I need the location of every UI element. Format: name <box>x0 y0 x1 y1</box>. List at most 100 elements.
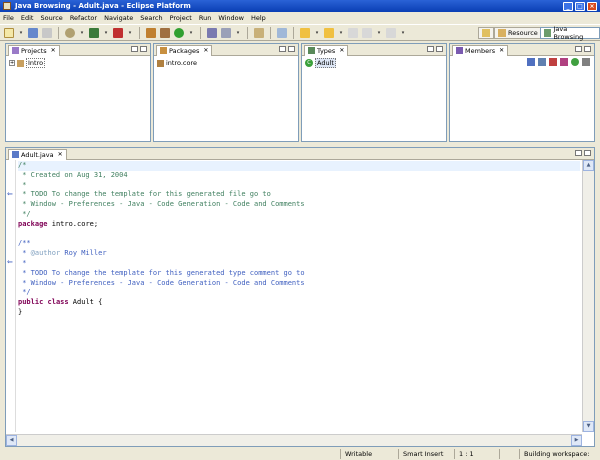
forward-icon[interactable] <box>386 27 396 38</box>
scroll-down-icon[interactable]: ▼ <box>583 421 594 432</box>
run-icon[interactable] <box>113 27 123 38</box>
minimize-view-icon[interactable] <box>131 46 138 52</box>
tab-members[interactable]: Members ✕ <box>452 44 509 56</box>
code-line[interactable]: * <box>18 181 580 191</box>
menu-file[interactable]: File <box>3 14 14 22</box>
code-token: package <box>18 219 48 228</box>
perspective-resource[interactable]: Resource <box>494 27 542 39</box>
next-annotation-icon[interactable] <box>300 27 310 38</box>
maximize-view-icon[interactable] <box>288 46 295 52</box>
menu-project[interactable]: Project <box>170 14 192 22</box>
open-perspective-button[interactable] <box>478 27 494 39</box>
save-icon[interactable] <box>28 27 38 38</box>
tab-packages[interactable]: Packages ✕ <box>156 44 213 56</box>
maximize-view-icon[interactable] <box>140 46 147 52</box>
maximize-view-icon[interactable] <box>436 46 443 52</box>
chevron-down-icon[interactable]: ▾ <box>235 28 241 38</box>
hide-static-icon[interactable] <box>549 58 557 66</box>
maximize-button[interactable]: □ <box>575 1 585 11</box>
view-menu-icon[interactable] <box>582 58 590 66</box>
tree-item-adult[interactable]: C Adult <box>302 58 446 68</box>
menu-window[interactable]: Window <box>218 14 244 22</box>
debug-icon[interactable] <box>89 27 99 38</box>
code-line[interactable]: * TODO To change the template for this g… <box>18 190 580 200</box>
code-line[interactable]: /** <box>18 239 580 249</box>
code-editor[interactable]: /* * Created on Aug 31, 2004 * * TODO To… <box>18 161 580 432</box>
close-icon[interactable]: ✕ <box>51 47 56 54</box>
open-type-icon[interactable] <box>207 27 217 38</box>
scroll-right-icon[interactable]: ▶ <box>571 435 582 446</box>
print-icon[interactable] <box>42 27 52 38</box>
scroll-up-icon[interactable]: ▲ <box>583 160 594 171</box>
close-button[interactable]: × <box>587 1 597 11</box>
minimize-view-icon[interactable] <box>575 150 582 156</box>
hide-fields-icon[interactable] <box>538 58 546 66</box>
vertical-scrollbar[interactable]: ▲ ▼ <box>582 160 594 432</box>
menu-source[interactable]: Source <box>40 14 62 22</box>
close-icon[interactable]: ✕ <box>499 47 504 54</box>
tree-item-intro[interactable]: + Intro <box>6 58 150 68</box>
close-icon[interactable]: ✕ <box>339 47 344 54</box>
chevron-down-icon[interactable]: ▾ <box>338 28 344 38</box>
new-package-icon[interactable] <box>160 27 170 38</box>
minimize-view-icon[interactable] <box>427 46 434 52</box>
scroll-left-icon[interactable]: ◀ <box>6 435 17 446</box>
maximize-view-icon[interactable] <box>584 46 591 52</box>
chevron-down-icon[interactable]: ▾ <box>103 28 109 38</box>
code-line[interactable]: } <box>18 308 580 318</box>
new-class-icon[interactable] <box>174 27 184 38</box>
show-inherited-icon[interactable] <box>571 58 579 66</box>
code-line[interactable]: */ <box>18 210 580 220</box>
chevron-down-icon[interactable]: ▾ <box>127 28 133 38</box>
code-line[interactable]: */ <box>18 288 580 298</box>
settings-icon[interactable] <box>65 27 75 38</box>
code-line[interactable]: * <box>18 259 580 269</box>
code-line[interactable]: public class Adult { <box>18 298 580 308</box>
back-icon[interactable] <box>362 27 372 38</box>
previous-annotation-icon[interactable] <box>324 27 334 38</box>
menu-search[interactable]: Search <box>140 14 162 22</box>
code-line[interactable] <box>18 230 580 240</box>
close-icon[interactable]: ✕ <box>58 151 63 158</box>
toggle-view-icon[interactable] <box>277 27 287 38</box>
minimize-button[interactable]: _ <box>563 1 573 11</box>
tab-adult-java[interactable]: Adult.java ✕ <box>8 148 67 160</box>
minimize-view-icon[interactable] <box>575 46 582 52</box>
new-java-project-icon[interactable] <box>146 27 156 38</box>
menu-help[interactable]: Help <box>251 14 266 22</box>
hide-non-public-icon[interactable] <box>560 58 568 66</box>
code-line[interactable]: * TODO To change the template for this g… <box>18 269 580 279</box>
menu-refactor[interactable]: Refactor <box>70 14 97 22</box>
menu-run[interactable]: Run <box>199 14 211 22</box>
horizontal-scrollbar[interactable]: ◀ ▶ <box>6 434 582 446</box>
edit-icon[interactable] <box>254 27 264 38</box>
minimize-view-icon[interactable] <box>279 46 286 52</box>
tab-types[interactable]: Types ✕ <box>304 44 349 56</box>
chevron-down-icon[interactable]: ▾ <box>79 28 85 38</box>
code-line[interactable]: * Window - Preferences - Java - Code Gen… <box>18 200 580 210</box>
code-line[interactable]: * Window - Preferences - Java - Code Gen… <box>18 279 580 289</box>
chevron-down-icon[interactable]: ▾ <box>18 28 24 38</box>
code-line[interactable]: * @author Roy Miller <box>18 249 580 259</box>
chevron-down-icon[interactable]: ▾ <box>376 28 382 38</box>
chevron-down-icon[interactable]: ▾ <box>314 28 320 38</box>
last-edit-icon[interactable] <box>348 27 358 38</box>
tab-projects[interactable]: Projects ✕ <box>8 44 60 56</box>
code-line[interactable]: * Created on Aug 31, 2004 <box>18 171 580 181</box>
chevron-down-icon[interactable]: ▾ <box>400 28 406 38</box>
new-icon[interactable] <box>4 27 14 38</box>
task-marker-icon[interactable]: ⇐ <box>7 258 13 266</box>
expand-icon[interactable]: + <box>9 60 15 66</box>
code-line[interactable]: package intro.core; <box>18 220 580 230</box>
menu-edit[interactable]: Edit <box>21 14 34 22</box>
menu-navigate[interactable]: Navigate <box>104 14 133 22</box>
perspective-java-browsing[interactable]: Java Browsing <box>540 25 600 41</box>
task-marker-icon[interactable]: ⇐ <box>7 190 13 198</box>
chevron-down-icon[interactable]: ▾ <box>188 28 194 38</box>
sort-icon[interactable] <box>527 58 535 66</box>
maximize-view-icon[interactable] <box>584 150 591 156</box>
tree-item-intro-core[interactable]: intro.core <box>154 58 298 68</box>
close-icon[interactable]: ✕ <box>203 47 208 54</box>
search-icon[interactable] <box>221 27 231 38</box>
code-line[interactable]: /* <box>18 161 580 171</box>
